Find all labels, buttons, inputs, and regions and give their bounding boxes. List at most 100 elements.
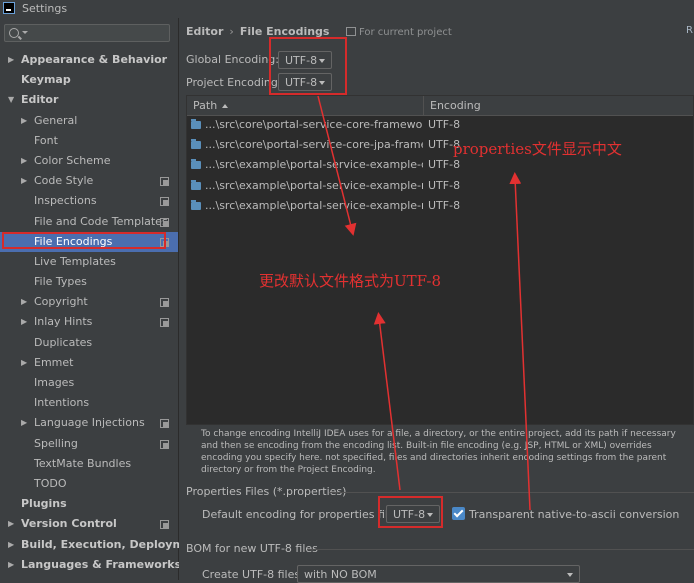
- path-cell: ...\src\core\portal-service-core-jpa-fra…: [205, 138, 423, 152]
- window-title: Settings: [22, 2, 68, 15]
- section-divider: [307, 549, 694, 550]
- table-row[interactable]: ...\src\example\portal-service-example-n…: [187, 196, 693, 216]
- expand-arrow-right-icon[interactable]: ▶: [21, 111, 27, 131]
- sidebar-item-label: TODO: [34, 476, 67, 490]
- sidebar-item-label: Languages & Frameworks: [21, 557, 182, 571]
- folder-icon: [191, 159, 201, 170]
- breadcrumb-separator-icon: ›: [229, 25, 234, 38]
- expand-arrow-right-icon[interactable]: ▶: [21, 353, 27, 373]
- expand-arrow-right-icon[interactable]: ▶: [8, 50, 14, 70]
- path-header-label: Path: [193, 99, 218, 112]
- table-row[interactable]: ...\src\example\portal-service-example-m…: [187, 176, 693, 196]
- sidebar-item-font[interactable]: Font: [0, 131, 178, 151]
- project-scope-icon: [160, 177, 169, 187]
- sidebar-item-spelling[interactable]: Spelling: [0, 434, 178, 454]
- sidebar-item-label: Build, Execution, Deployment: [21, 537, 205, 551]
- project-scope-icon: [160, 197, 169, 207]
- create-utf8-bom-select[interactable]: with NO BOM: [297, 565, 580, 583]
- expand-arrow-right-icon[interactable]: ▶: [21, 312, 27, 332]
- search-history-chevron-icon[interactable]: [22, 31, 28, 34]
- sidebar-item-label: Inspections: [34, 194, 97, 208]
- sidebar-item-label: Copyright: [34, 295, 88, 309]
- sidebar-item-inspections[interactable]: Inspections: [0, 191, 178, 211]
- sidebar-item-file-types[interactable]: File Types: [0, 272, 178, 292]
- sidebar-item-build-execution-deployment[interactable]: ▶ Build, Execution, Deployment: [0, 535, 204, 555]
- sidebar-item-label: Color Scheme: [34, 153, 111, 167]
- sidebar-item-general[interactable]: ▶ General: [0, 111, 178, 131]
- breadcrumb-editor[interactable]: Editor: [186, 25, 223, 38]
- path-cell: ...\src\core\portal-service-core-framewo…: [205, 118, 423, 131]
- expand-arrow-right-icon[interactable]: ▶: [8, 535, 14, 555]
- encoding-highlight-box: [269, 37, 347, 95]
- path-cell: ...\src\example\portal-service-example-n…: [205, 198, 423, 212]
- file-encodings-panel: Editor › File Encodings For current projec…: [179, 18, 694, 583]
- encoding-cell[interactable]: UTF-8: [428, 176, 460, 196]
- sidebar-item-version-control[interactable]: ▶ Version Control: [0, 514, 178, 534]
- for-current-project-note: For current project: [346, 27, 452, 38]
- sidebar-item-appearance-behavior[interactable]: ▶ Appearance & Behavior: [0, 50, 178, 70]
- sidebar-item-copyright[interactable]: ▶ Copyright: [0, 292, 178, 312]
- transparent-native-to-ascii-label[interactable]: Transparent native-to-ascii conversion: [469, 508, 679, 521]
- table-row[interactable]: ...\src\core\portal-service-core-framewo…: [187, 115, 693, 135]
- project-scope-icon: [346, 27, 356, 36]
- sidebar-item-label: Editor: [21, 93, 59, 107]
- sidebar-item-label: Font: [34, 133, 58, 147]
- table-rows: ...\src\core\portal-service-core-framewo…: [187, 115, 693, 216]
- folder-icon: [191, 179, 201, 190]
- selection-highlight-box: [2, 232, 166, 249]
- annotation-change-default-encoding: 更改默认文件格式为UTF-8: [259, 272, 441, 290]
- sidebar-item-images[interactable]: Images: [0, 373, 178, 393]
- expand-arrow-right-icon[interactable]: ▶: [21, 292, 27, 312]
- project-scope-icon: [160, 298, 169, 308]
- sidebar-item-language-injections[interactable]: ▶ Language Injections: [0, 413, 178, 433]
- sidebar-item-todo[interactable]: TODO: [0, 474, 178, 494]
- sidebar-item-label: Images: [34, 376, 75, 389]
- transparent-native-to-ascii-checkbox[interactable]: [452, 507, 465, 520]
- chevron-down-icon: [567, 573, 573, 577]
- sidebar-item-file-and-code-templates[interactable]: File and Code Templates: [0, 212, 178, 232]
- project-scope-icon: [160, 318, 169, 328]
- expand-arrow-right-icon[interactable]: ▶: [21, 151, 27, 171]
- sidebar-item-label: Language Injections: [34, 416, 145, 430]
- sidebar-item-label: General: [34, 113, 78, 127]
- intellij-logo-icon: [3, 2, 15, 14]
- expand-arrow-right-icon[interactable]: ▶: [8, 514, 14, 534]
- expand-arrow-right-icon[interactable]: ▶: [8, 555, 14, 575]
- sidebar-item-editor[interactable]: ▼ Editor: [0, 90, 178, 110]
- sort-ascending-icon: [222, 104, 229, 108]
- column-header-encoding[interactable]: Encoding: [424, 96, 694, 115]
- sidebar-item-color-scheme[interactable]: ▶ Color Scheme: [0, 151, 178, 171]
- sidebar-item-live-templates[interactable]: Live Templates: [0, 252, 178, 272]
- column-header-path[interactable]: Path: [187, 96, 424, 115]
- create-utf8-files-label: Create UTF-8 files:: [202, 568, 304, 581]
- sidebar-item-label: Spelling: [34, 436, 78, 450]
- sidebar-item-intentions[interactable]: Intentions: [0, 393, 178, 413]
- search-input[interactable]: [4, 24, 170, 42]
- properties-files-section-title: Properties Files (*.properties): [186, 485, 347, 498]
- create-utf8-bom-value: with NO BOM: [304, 568, 377, 581]
- default-properties-encoding-label: Default encoding for properties files:: [202, 508, 405, 521]
- sidebar-item-label: Inlay Hints: [34, 315, 93, 329]
- sidebar-item-keymap[interactable]: Keymap: [0, 70, 178, 90]
- encoding-cell[interactable]: UTF-8: [428, 115, 460, 135]
- sidebar-item-label: Plugins: [21, 497, 67, 511]
- search-icon: [9, 28, 19, 38]
- reset-link[interactable]: R: [686, 25, 693, 36]
- global-encoding-label: Global Encoding:: [186, 53, 279, 66]
- sidebar-item-plugins[interactable]: Plugins: [0, 494, 178, 514]
- expand-arrow-right-icon[interactable]: ▶: [21, 171, 27, 191]
- sidebar-item-label: Appearance & Behavior: [21, 53, 168, 66]
- sidebar-item-duplicates[interactable]: Duplicates: [0, 333, 178, 353]
- encoding-description: To change encoding IntelliJ IDEA uses fo…: [201, 429, 676, 475]
- sidebar-item-code-style[interactable]: ▶ Code Style: [0, 171, 178, 191]
- sidebar-item-textmate-bundles[interactable]: TextMate Bundles: [0, 454, 178, 474]
- expand-arrow-right-icon[interactable]: ▶: [21, 413, 27, 433]
- encoding-cell[interactable]: UTF-8: [428, 196, 460, 216]
- sidebar-item-emmet[interactable]: ▶ Emmet: [0, 353, 178, 373]
- sidebar-item-label: Keymap: [21, 73, 71, 87]
- sidebar-item-label: Live Templates: [34, 254, 116, 268]
- expand-arrow-down-icon[interactable]: ▼: [8, 90, 14, 110]
- sidebar-item-languages-frameworks[interactable]: ▶ Languages & Frameworks: [0, 555, 182, 575]
- sidebar-item-inlay-hints[interactable]: ▶ Inlay Hints: [0, 312, 178, 332]
- settings-tree: ▶ Appearance & Behavior Keymap ▼ Editor ▶ Gene…: [0, 50, 204, 575]
